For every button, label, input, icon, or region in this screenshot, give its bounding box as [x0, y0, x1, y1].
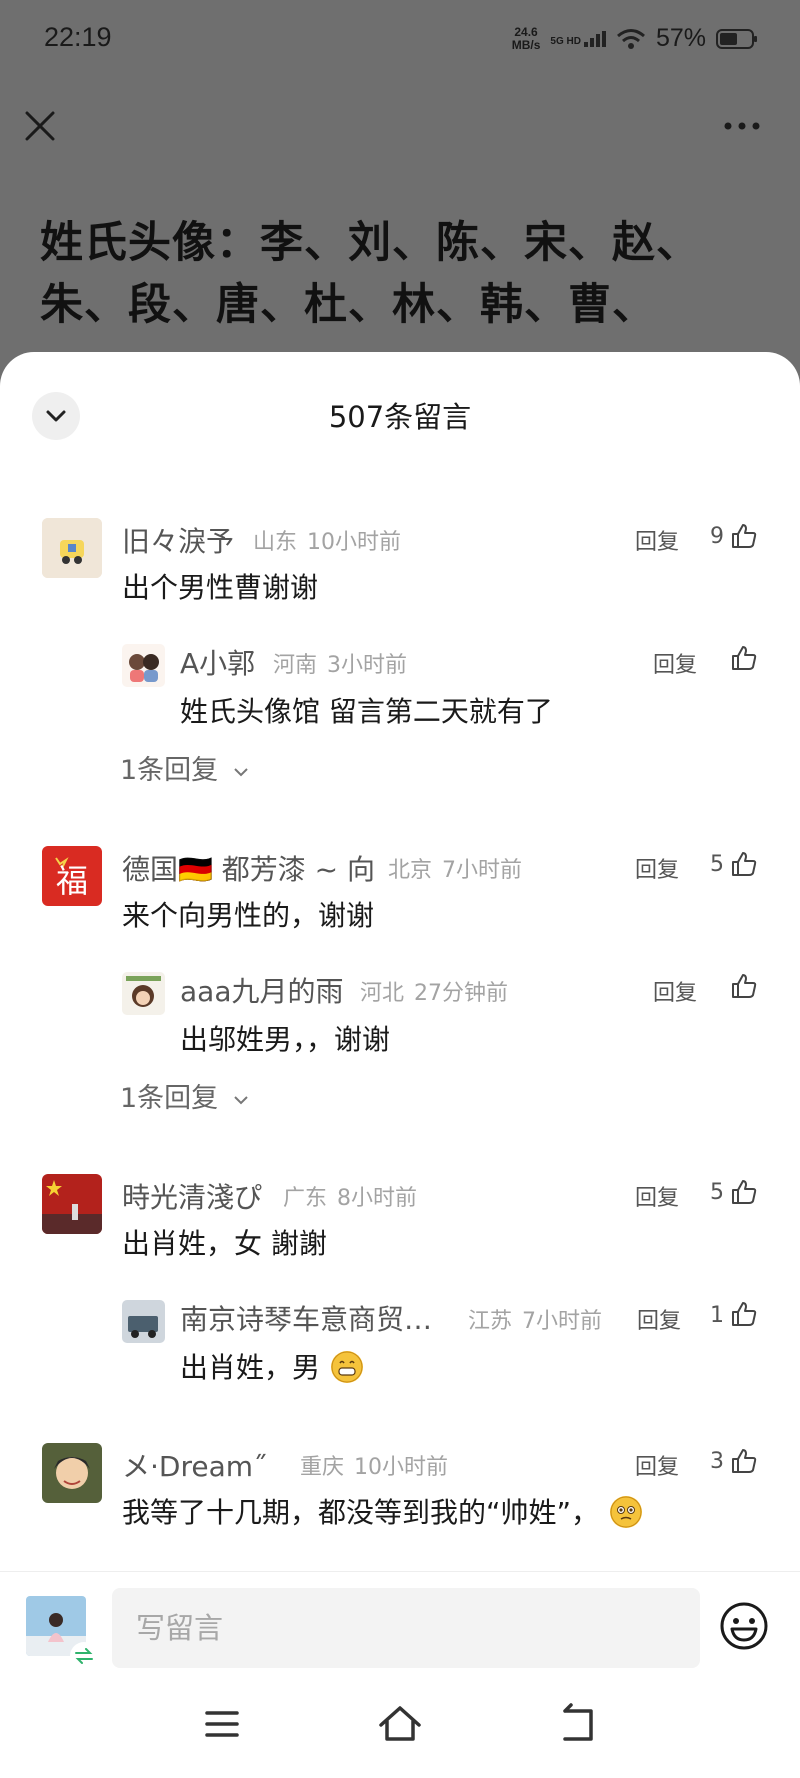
- thumbs-up-icon[interactable]: [730, 1447, 758, 1475]
- reply-username[interactable]: 南京诗琴车意商贸…: [180, 1298, 432, 1338]
- reply-time: 27分钟前: [414, 981, 508, 1006]
- comment-count-title: 507条留言: [328, 400, 472, 434]
- comment-location: 山东: [253, 530, 298, 555]
- status-time: 22:19: [44, 22, 112, 52]
- battery-percent: 57%: [655, 24, 706, 52]
- wifi-icon: [616, 28, 645, 49]
- avatar-image: 福: [42, 846, 102, 906]
- signal-label: 5G HD: [550, 35, 581, 47]
- thumbs-up-icon[interactable]: [730, 522, 758, 550]
- like-count: 3: [710, 1449, 724, 1474]
- like-count: 5: [710, 1180, 724, 1205]
- thumbs-up-icon[interactable]: [730, 972, 758, 1000]
- reply-username[interactable]: A小郭: [180, 642, 255, 682]
- comment-location: 重庆: [300, 1455, 345, 1480]
- comment-text: 来个向男性的，谢谢: [122, 899, 375, 932]
- avatar-image: [122, 1300, 165, 1343]
- reply-location: 河北: [360, 981, 405, 1006]
- comment-text-row: 我等了十几期，都没等到我的“帅姓”，: [122, 1491, 642, 1531]
- reply-button[interactable]: 回复: [635, 1449, 679, 1481]
- avatar[interactable]: [42, 518, 102, 578]
- comment-time: 8小时前: [337, 1186, 417, 1211]
- avatar[interactable]: [122, 644, 165, 687]
- signal-indicator: 5G HD: [550, 30, 606, 47]
- battery-fill: [720, 32, 737, 45]
- switch-account-icon[interactable]: [70, 1642, 98, 1670]
- reply-button[interactable]: 回复: [653, 975, 697, 1007]
- reply-text: 姓氏头像馆 留言第二天就有了: [180, 695, 553, 728]
- expand-replies-link[interactable]: 1条回复: [120, 1076, 249, 1115]
- thumbs-up-icon[interactable]: [730, 644, 758, 672]
- thumbs-up-icon[interactable]: [730, 1178, 758, 1206]
- signal-icon: [583, 30, 606, 47]
- more-icon[interactable]: [718, 110, 766, 142]
- like-count: 5: [710, 852, 724, 877]
- reply-text: 出邬姓男，，谢谢: [180, 1023, 391, 1056]
- comments-sheet: 507条留言 旧々淚予 山东 10小时前 回复 9 出个男性曹谢谢 A小郭 河南…: [0, 352, 800, 1778]
- reply-button[interactable]: 回复: [635, 1180, 679, 1212]
- avatar[interactable]: 福: [42, 846, 102, 906]
- comment-input-bar: [0, 1571, 800, 1682]
- svg-text:福: 福: [56, 862, 88, 900]
- avatar-image: [42, 518, 102, 578]
- comment-text: 我等了十几期，都没等到我的“帅姓”，: [122, 1496, 600, 1529]
- avatar[interactable]: [42, 1443, 102, 1503]
- comment-username[interactable]: メ·Dream˝: [122, 1445, 267, 1485]
- grin-emoji-icon: [330, 1351, 363, 1383]
- like-count: 9: [710, 524, 724, 549]
- avatar[interactable]: [122, 1300, 165, 1343]
- reply-location: 江苏: [468, 1309, 513, 1334]
- thumbs-up-icon[interactable]: [730, 850, 758, 878]
- reply-text-row: 出肖姓，男: [180, 1346, 363, 1386]
- status-bar: 22:19 24.6 MB/s 5G HD 57%: [0, 0, 800, 84]
- like-count: 1: [710, 1303, 724, 1328]
- avatar[interactable]: [42, 1174, 102, 1234]
- comment-text: 出肖姓，女 謝謝: [122, 1227, 327, 1260]
- close-icon[interactable]: [22, 108, 58, 144]
- thumbs-up-icon[interactable]: [730, 1300, 758, 1328]
- avatar-image: [42, 1174, 102, 1234]
- reply-button[interactable]: 回复: [653, 647, 697, 679]
- chevron-down-icon: [234, 1096, 248, 1105]
- reply-button[interactable]: 回复: [637, 1303, 681, 1335]
- reply-text: 出肖姓，男: [180, 1351, 321, 1384]
- reply-time: 7小时前: [522, 1309, 602, 1334]
- comment-time: 10小时前: [307, 530, 401, 555]
- comment-location: 广东: [283, 1186, 328, 1211]
- menu-icon[interactable]: [197, 1699, 247, 1749]
- battery-icon: [716, 28, 757, 49]
- comment-time: 7小时前: [442, 858, 522, 883]
- status-icons: 24.6 MB/s 5G HD 57%: [511, 24, 757, 53]
- comment-list[interactable]: 507条留言 旧々淚予 山东 10小时前 回复 9 出个男性曹谢谢 A小郭 河南…: [0, 352, 800, 1571]
- comment-username[interactable]: 時光清淺ぴ: [122, 1176, 262, 1216]
- article-title: 姓氏头像：李、刘、陈、宋、赵、朱、段、唐、杜、林、韩、曹、: [40, 218, 700, 330]
- comment-input[interactable]: [112, 1588, 700, 1668]
- comment-text: 出个男性曹谢谢: [122, 571, 319, 604]
- pleading-emoji-icon: [609, 1496, 642, 1528]
- chevron-down-icon: [234, 768, 248, 777]
- avatar-image: [122, 972, 165, 1015]
- emoji-icon[interactable]: [718, 1600, 770, 1652]
- net-speed-value: 24.6: [514, 24, 538, 39]
- avatar[interactable]: [122, 972, 165, 1015]
- back-icon[interactable]: [553, 1699, 603, 1749]
- net-speed: 24.6 MB/s: [511, 24, 541, 52]
- net-speed-unit: MB/s: [511, 37, 541, 52]
- avatar-image: [122, 644, 165, 687]
- system-nav-bar: [0, 1681, 800, 1778]
- reply-username[interactable]: aaa九月的雨: [180, 970, 343, 1010]
- reply-location: 河南: [273, 653, 318, 678]
- comment-location: 北京: [388, 858, 433, 883]
- comment-username[interactable]: 德国🇩🇪 都芳漆 ~ 向: [122, 848, 375, 888]
- comment-time: 10小时前: [354, 1455, 448, 1480]
- home-icon[interactable]: [375, 1699, 425, 1749]
- expand-replies-label: 1条回复: [120, 755, 219, 786]
- comment-username[interactable]: 旧々淚予: [122, 520, 234, 560]
- reply-button[interactable]: 回复: [635, 852, 679, 884]
- avatar-image: [42, 1443, 102, 1503]
- expand-replies-link[interactable]: 1条回复: [120, 748, 249, 787]
- reply-button[interactable]: 回复: [635, 524, 679, 556]
- expand-replies-label: 1条回复: [120, 1083, 219, 1114]
- reply-time: 3小时前: [327, 653, 407, 678]
